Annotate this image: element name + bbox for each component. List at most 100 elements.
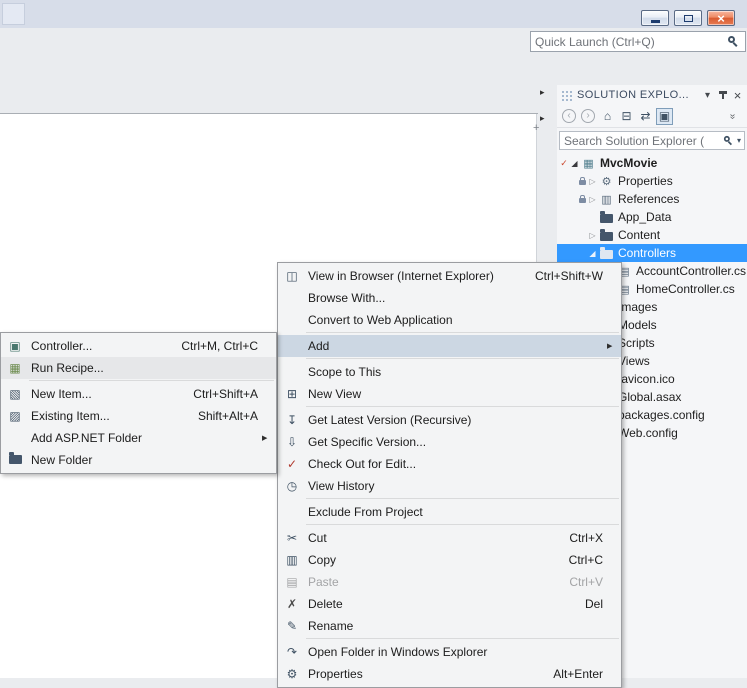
chevron-down-icon[interactable]: ▾: [737, 136, 741, 145]
browser-window-icon: ◫: [286, 269, 298, 283]
tree-item-app-data[interactable]: App_Data: [557, 208, 747, 226]
new-folder-icon: [8, 452, 22, 464]
context-menu: ◫ View in Browser (Internet Explorer) Ctrl…: [277, 262, 622, 688]
csharp-project-icon: ▦: [583, 157, 594, 170]
menu-item-get-specific-version[interactable]: ⇩ Get Specific Version...: [278, 431, 621, 453]
search-icon[interactable]: [727, 35, 741, 49]
menu-separator: [306, 638, 619, 639]
close-panel-icon[interactable]: ×: [730, 88, 745, 103]
search-icon[interactable]: [723, 135, 735, 147]
menu-item-check-out-for-edit[interactable]: ✓ Check Out for Edit...: [278, 453, 621, 475]
menu-item-shortcut: Ctrl+Shift+A: [193, 387, 258, 401]
menu-item-cut[interactable]: ✂ Cut Ctrl+X: [278, 527, 621, 549]
menu-separator: [29, 380, 274, 381]
menu-item-label: Exclude From Project: [308, 505, 423, 519]
menu-item-new-view[interactable]: ⊞ New View: [278, 383, 621, 405]
tree-item-label: Models: [618, 318, 657, 332]
tree-item-references[interactable]: ▷ ▥ References: [557, 190, 747, 208]
expander-collapsed-icon[interactable]: ▷: [587, 231, 598, 240]
tree-item-label: Controllers: [618, 246, 677, 260]
tree-item-properties[interactable]: ▷ ⚙ Properties: [557, 172, 747, 190]
expander-expanded-icon[interactable]: ◢: [569, 159, 580, 168]
back-icon[interactable]: ‹: [562, 109, 576, 123]
menu-item-label: New Item...: [31, 387, 92, 401]
menu-item-label: Scope to This: [308, 365, 382, 379]
menu-item-run-recipe[interactable]: ▦ Run Recipe...: [1, 357, 276, 379]
run-recipe-icon: ▦: [9, 361, 21, 375]
menu-item-label: Paste: [308, 575, 339, 589]
close-button[interactable]: ×: [707, 10, 735, 26]
lock-icon: [577, 176, 587, 186]
folder-icon: [600, 210, 613, 223]
menu-item-view-history[interactable]: ◷ View History: [278, 475, 621, 497]
check-out-icon: ✓: [286, 457, 298, 471]
menu-item-new-item[interactable]: ▧ New Item... Ctrl+Shift+A: [1, 383, 276, 405]
preview-selected-items-icon[interactable]: ▣: [656, 107, 673, 125]
delete-icon: ✗: [286, 597, 298, 611]
folder-open-icon: [600, 246, 613, 259]
menu-item-label: Controller...: [31, 339, 93, 353]
tree-item-controllers[interactable]: ◢ Controllers: [557, 244, 747, 262]
sync-with-active-document-icon[interactable]: ⇄: [637, 108, 654, 125]
new-folder-icon: [3, 452, 27, 467]
menu-item-label: Run Recipe...: [31, 361, 104, 375]
open-folder-icon: ↷: [286, 645, 298, 659]
minimize-button[interactable]: [641, 10, 669, 26]
menu-item-delete[interactable]: ✗ Delete Del: [278, 593, 621, 615]
overflow-arrow-icon[interactable]: ▸: [540, 88, 545, 97]
overflow-arrow-icon[interactable]: ▸: [540, 114, 545, 123]
menu-item-properties[interactable]: ⚙ Properties Alt+Enter: [278, 663, 621, 685]
menu-item-label: Rename: [308, 619, 354, 633]
panel-header: SOLUTION EXPLO... ▾ ×: [557, 85, 747, 105]
toolbar-overflow-icon[interactable]: »: [724, 108, 741, 125]
collapse-all-icon[interactable]: ⊟: [618, 108, 635, 125]
menu-item-shortcut: Shift+Alt+A: [197, 409, 258, 423]
maximize-button[interactable]: [674, 10, 702, 26]
menu-item-get-latest-version-recursive[interactable]: ↧ Get Latest Version (Recursive): [278, 409, 621, 431]
quick-launch-input[interactable]: [531, 34, 727, 49]
tree-item-label: packages.config: [618, 408, 705, 422]
menu-item-shortcut: Ctrl+C: [568, 553, 603, 567]
menu-item-scope-to-this[interactable]: Scope to This: [278, 361, 621, 383]
splitter-icon[interactable]: +: [533, 122, 539, 134]
menu-item-convert-to-web-application[interactable]: Convert to Web Application: [278, 309, 621, 331]
tree-item-label: App_Data: [618, 210, 672, 224]
tree-item-content[interactable]: ▷ Content: [557, 226, 747, 244]
menu-item-exclude-from-project[interactable]: Exclude From Project: [278, 501, 621, 523]
menu-item-shortcut: Ctrl+Shift+W: [534, 269, 603, 283]
menu-item-view-in-browser-internet-explorer[interactable]: ◫ View in Browser (Internet Explorer) Ctrl…: [278, 265, 621, 287]
tree-item-label: MvcMovie: [600, 156, 658, 170]
menu-item-browse-with[interactable]: Browse With...: [278, 287, 621, 309]
menu-item-label: Delete: [308, 597, 343, 611]
menu-item-label: New Folder: [31, 453, 93, 467]
menu-item-add-asp-net-folder[interactable]: Add ASP.NET Folder ▶: [1, 427, 276, 449]
tree-item-label: Global.asax: [618, 390, 682, 404]
expander-collapsed-icon[interactable]: ▷: [587, 195, 598, 204]
menu-item-label: View History: [308, 479, 375, 493]
menu-separator: [306, 332, 619, 333]
home-icon[interactable]: ⌂: [599, 108, 616, 125]
forward-icon[interactable]: ›: [581, 109, 595, 123]
expander-collapsed-icon[interactable]: ▷: [587, 177, 598, 186]
solution-search-input[interactable]: [560, 133, 722, 148]
menu-item-label: Browse With...: [308, 291, 386, 305]
menu-item-existing-item[interactable]: ▨ Existing Item... Shift+Alt+A: [1, 405, 276, 427]
add-submenu: ▣ Controller... Ctrl+M, Ctrl+C ▦ Run Recipe.…: [0, 332, 277, 474]
menu-item-add[interactable]: Add ▶: [278, 335, 621, 357]
menu-item-copy[interactable]: ▥ Copy Ctrl+C: [278, 549, 621, 571]
menu-item-paste[interactable]: ▤ Paste Ctrl+V: [278, 571, 621, 593]
solution-search-box: ▾: [559, 131, 745, 150]
menu-item-controller[interactable]: ▣ Controller... Ctrl+M, Ctrl+C: [1, 335, 276, 357]
menu-item-new-folder[interactable]: New Folder: [1, 449, 276, 471]
menu-separator: [306, 358, 619, 359]
window-position-chevron-icon[interactable]: ▾: [700, 88, 715, 103]
menu-item-open-folder-in-windows-explorer[interactable]: ↷ Open Folder in Windows Explorer: [278, 641, 621, 663]
tree-item-mvcmovie[interactable]: ✓ ◢ ▦ MvcMovie: [557, 154, 747, 172]
drag-grip[interactable]: [561, 90, 574, 101]
pin-icon[interactable]: [715, 88, 730, 103]
tree-item-label: Images: [618, 300, 658, 314]
menu-item-rename[interactable]: ✎ Rename: [278, 615, 621, 637]
expander-expanded-icon[interactable]: ◢: [587, 249, 598, 258]
tree-item-label: Properties: [618, 174, 673, 188]
panel-title: SOLUTION EXPLO...: [577, 89, 689, 101]
